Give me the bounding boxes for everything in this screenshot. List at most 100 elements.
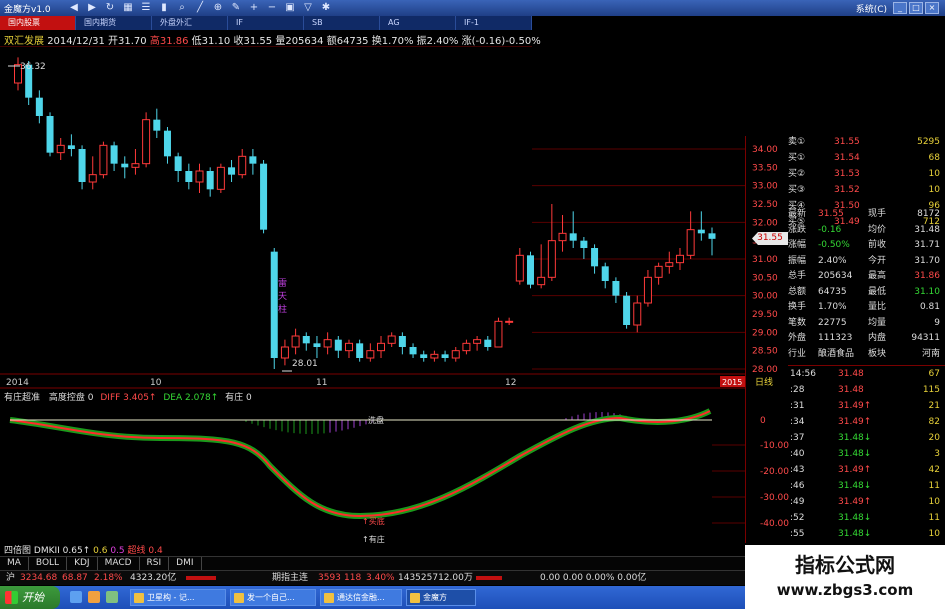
folder-icon[interactable] xyxy=(88,591,100,603)
indicator-tick: 0 xyxy=(760,416,766,426)
vertical-note: 雷天柱 xyxy=(278,278,287,315)
tab-if-1[interactable]: IF-1 xyxy=(456,16,532,30)
price-tick: 33.00 xyxy=(752,182,778,192)
tab-boll[interactable]: BOLL xyxy=(29,557,68,570)
price-axis: 34.0033.5033.0032.5032.0031.5031.0030.50… xyxy=(752,145,778,375)
indicator-dea: DEA 2.078↑ xyxy=(163,393,218,403)
task-app-icon xyxy=(234,593,244,603)
tab-dmi[interactable]: DMI xyxy=(169,557,202,570)
back-icon[interactable]: ◀ xyxy=(68,1,80,15)
close-button[interactable]: × xyxy=(925,2,939,14)
order-book-row: 笔数 22775 均量 9 xyxy=(788,317,940,328)
lock-icon[interactable]: ▣ xyxy=(284,1,296,15)
trade-row: 14:56 31.48 67 xyxy=(790,369,940,379)
tab-ma[interactable]: MA xyxy=(0,557,29,570)
status-futures-change: 118 xyxy=(344,573,362,583)
candle-body xyxy=(334,339,342,351)
candle-body xyxy=(153,119,161,131)
app-title: 金魔方v1.0 xyxy=(4,4,51,15)
minus-icon[interactable]: − xyxy=(266,1,278,15)
forward-icon[interactable]: ▶ xyxy=(86,1,98,15)
system-menu[interactable]: 系统(C) xyxy=(850,2,893,15)
minimize-button[interactable]: _ xyxy=(893,2,907,14)
task-2[interactable]: 发一个自己... xyxy=(230,589,316,606)
price-tick: 31.00 xyxy=(752,255,778,265)
draw-icon[interactable]: ╱ xyxy=(194,1,206,15)
tab-ag[interactable]: AG xyxy=(380,16,456,30)
candle-body xyxy=(46,116,54,153)
candle-body xyxy=(163,130,171,157)
futures-trend-bar xyxy=(476,576,502,580)
trade-row: :52 31.48↓ 11 xyxy=(790,513,940,523)
price-tick: 30.50 xyxy=(752,273,778,283)
candle-body xyxy=(56,144,65,154)
indicator-item1: 高度控盘 0 xyxy=(49,391,94,403)
indicator-tick: -10.00 xyxy=(760,441,789,451)
status-index-value: 3234.68 xyxy=(20,573,58,583)
dea-line xyxy=(9,408,712,520)
candle-body xyxy=(35,97,43,116)
indicator-histogram xyxy=(245,412,639,434)
start-button[interactable]: 开始 xyxy=(0,586,60,609)
candle-body xyxy=(195,170,204,183)
trade-row: :28 31.48 115 xyxy=(790,385,940,395)
candle-body xyxy=(67,145,75,149)
chart-icon[interactable]: ▮ xyxy=(158,1,170,15)
search-icon[interactable]: ⌕ xyxy=(176,1,188,15)
date-tick-2015: 2015 xyxy=(722,378,742,387)
trade-row: :34 31.49↑ 82 xyxy=(790,417,940,427)
candle-body xyxy=(484,339,492,347)
tab-kdj[interactable]: KDJ xyxy=(67,557,98,570)
tab-if[interactable]: IF xyxy=(228,16,304,30)
tab-macd[interactable]: MACD xyxy=(98,557,140,570)
zoom-icon[interactable]: ⊕ xyxy=(212,1,224,15)
candle-body xyxy=(505,320,514,323)
order-book-row: 振幅 2.40% 今开 31.70 xyxy=(788,255,940,266)
watermark-url: www.zbgs3.com xyxy=(776,581,914,599)
indicator-tick: -20.00 xyxy=(760,467,789,477)
candle-body xyxy=(430,353,439,359)
high-mark: 36.32 xyxy=(20,62,46,72)
tab-sb[interactable]: SB xyxy=(304,16,380,30)
grid-icon[interactable]: ▦ xyxy=(122,1,134,15)
trade-row: :55 31.48↓ 10 xyxy=(790,529,940,539)
date-tick-12: 12 xyxy=(505,378,516,388)
candle-body xyxy=(708,233,716,239)
candle-body xyxy=(78,149,86,182)
candle-body xyxy=(441,354,449,358)
order-book-row: 买① 31.54 68 xyxy=(788,153,940,163)
candle-body xyxy=(377,342,386,352)
candle-body xyxy=(99,144,108,176)
svg-text:有庄超准 高度控盘 0 DIFF 3.405: 有庄超准 高度控盘 0 DIFF 3.405↑ DEA 2.078↑ 有庄 0 xyxy=(4,391,252,403)
price-tick: 32.50 xyxy=(752,200,778,210)
pen-icon[interactable]: ✎ xyxy=(230,1,242,15)
day-line-label[interactable]: 日线 xyxy=(755,376,773,388)
candlestick-series xyxy=(14,57,716,369)
task-4[interactable]: 金魔方 xyxy=(406,589,476,606)
task-1[interactable]: 卫星构 - 记... xyxy=(130,589,226,606)
filter-icon[interactable]: ▽ xyxy=(302,1,314,15)
task-app-icon xyxy=(410,593,420,603)
settings-icon[interactable]: ✱ xyxy=(320,1,332,15)
ie-icon[interactable] xyxy=(70,591,82,603)
date-tick-11: 11 xyxy=(316,378,327,388)
date-tick-10: 10 xyxy=(150,378,162,388)
trade-row: :37 31.48↓ 20 xyxy=(790,433,940,443)
task-3[interactable]: 通达信金融... xyxy=(320,589,402,606)
order-book-row: 买② 31.53 10 xyxy=(788,169,940,179)
tab-domestic-futures[interactable]: 国内期货 xyxy=(76,16,152,30)
status-futures-value: 3593 xyxy=(318,573,341,583)
plus-icon[interactable]: + xyxy=(248,1,260,15)
candle-body xyxy=(110,145,118,164)
price-grid xyxy=(532,148,745,370)
maximize-button[interactable]: □ xyxy=(909,2,923,14)
tab-domestic-stocks[interactable]: 国内股票 xyxy=(0,16,76,30)
tab-forex[interactable]: 外盘外汇 xyxy=(152,16,228,30)
date-tick-2014: 2014 xyxy=(6,378,29,388)
candle-body xyxy=(398,336,406,347)
list-icon[interactable]: ☰ xyxy=(140,1,152,15)
desktop-icon[interactable] xyxy=(106,591,118,603)
indicator-bar-name: 四倍图 xyxy=(4,546,32,556)
refresh-icon[interactable]: ↻ xyxy=(104,1,116,15)
tab-rsi[interactable]: RSI xyxy=(140,557,170,570)
